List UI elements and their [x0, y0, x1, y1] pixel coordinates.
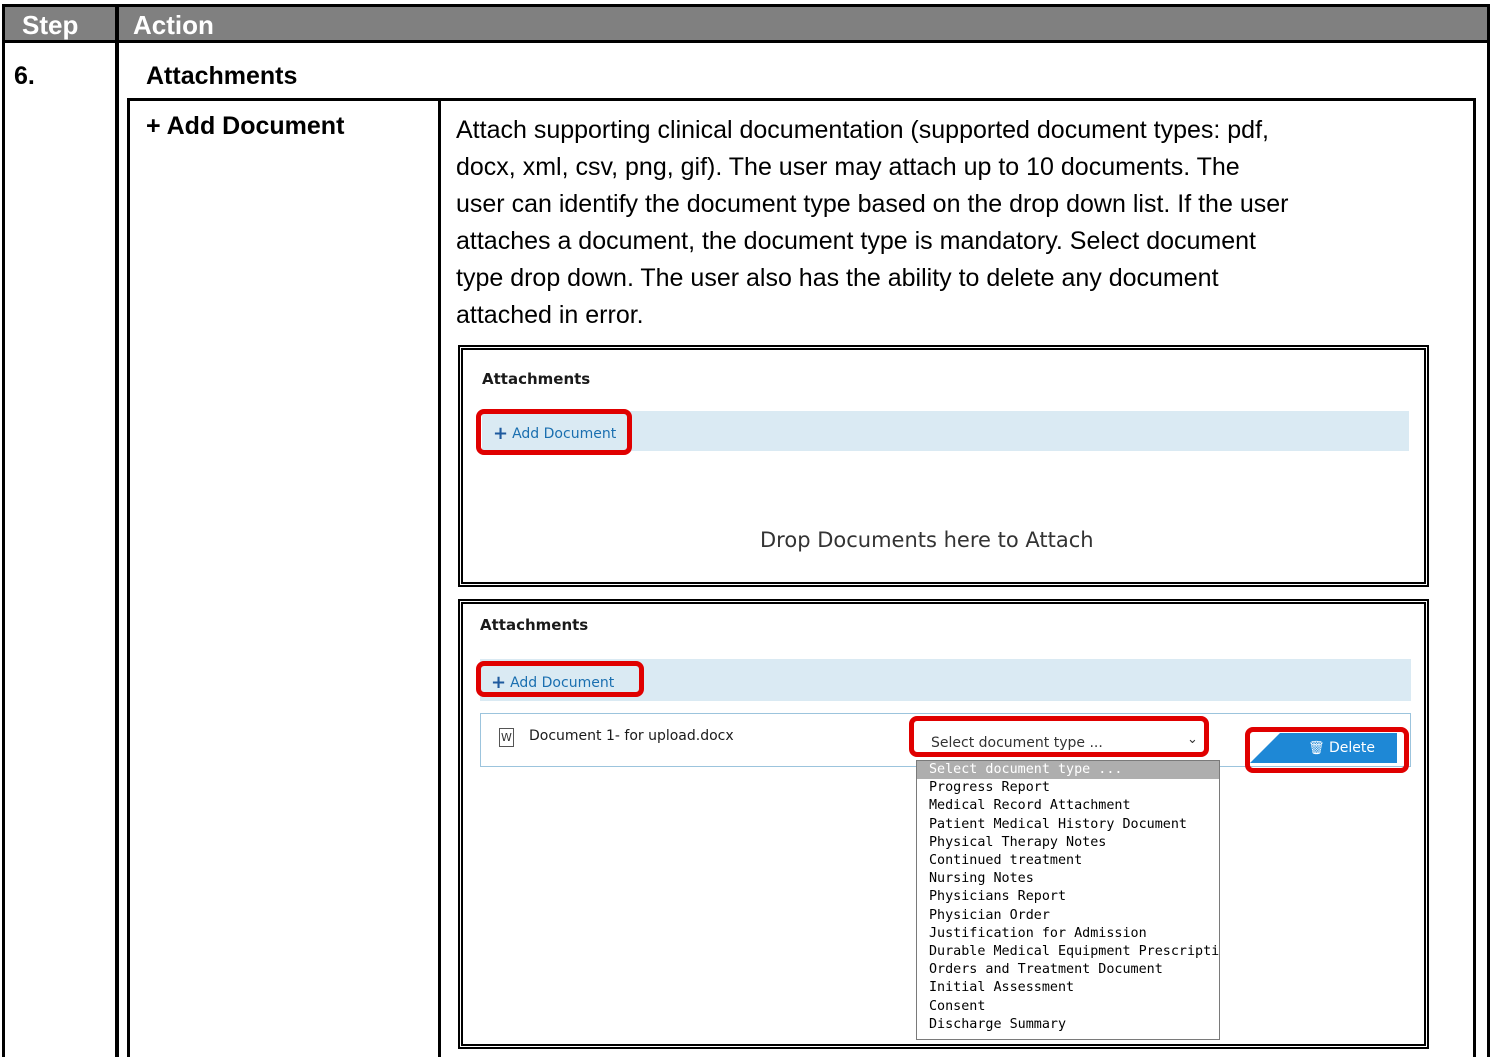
dropdown-option[interactable]: Justification for Admission	[917, 925, 1219, 943]
dropdown-option[interactable]: Nursing Notes	[917, 870, 1219, 888]
delete-highlight	[1245, 727, 1409, 773]
header-action: Action	[133, 10, 214, 40]
inner-column-border	[438, 98, 441, 1057]
dropdown-option[interactable]: Initial Assessment	[917, 979, 1219, 997]
dropdown-option[interactable]: Consent	[917, 998, 1219, 1016]
panel-title: Attachments	[482, 370, 591, 388]
dropdown-option[interactable]: Patient Medical History Document	[917, 816, 1219, 834]
dropdown-option[interactable]: Discharge Summary	[917, 1016, 1219, 1034]
attachments-panel-with-file: Attachments + Add Document W Document 1- …	[458, 599, 1429, 1049]
dropdown-option[interactable]: Orders and Treatment Document	[917, 961, 1219, 979]
step-number: 6.	[14, 62, 35, 90]
description-line: attaches a document, the document type i…	[456, 227, 1256, 255]
attachments-panel-empty: Attachments + Add Document Drop Documents…	[458, 345, 1429, 587]
table-right-border	[1487, 43, 1490, 1057]
section-title: Attachments	[146, 62, 298, 90]
description-line: type drop down. The user also has the ab…	[456, 264, 1219, 292]
panel-title: Attachments	[480, 616, 589, 634]
file-name: Document 1- for upload.docx	[529, 728, 734, 744]
dropdown-option[interactable]: Continued treatment	[917, 852, 1219, 870]
dropdown-option[interactable]: Physical Therapy Notes	[917, 834, 1219, 852]
select-highlight	[909, 716, 1209, 757]
description-line: Attach supporting clinical documentation…	[456, 116, 1269, 144]
word-document-icon: W	[499, 728, 514, 747]
add-document-highlight	[476, 409, 632, 455]
dropdown-option-selected[interactable]: Select document type ...	[917, 761, 1219, 780]
description: Attach supporting clinical documentation…	[456, 112, 1471, 334]
step-column-border	[115, 43, 119, 1057]
header-divider	[115, 4, 119, 43]
sub-label: + Add Document	[146, 112, 345, 140]
description-line: attached in error.	[456, 301, 644, 329]
description-line: user can identify the document type base…	[456, 190, 1289, 218]
table-left-border	[2, 43, 5, 1057]
add-document-highlight	[476, 661, 644, 697]
dropdown-option[interactable]: Progress Report	[917, 779, 1219, 797]
description-line: docx, xml, csv, png, gif). The user may …	[456, 153, 1240, 181]
dropdown-option[interactable]: Durable Medical Equipment Prescription	[917, 943, 1219, 961]
dropdown-option[interactable]: Physicians Report	[917, 888, 1219, 906]
dropdown-option[interactable]: Medical Record Attachment	[917, 797, 1219, 815]
drop-zone[interactable]	[482, 451, 1409, 583]
drop-zone-text: Drop Documents here to Attach	[760, 528, 1094, 552]
header-step: Step	[22, 10, 79, 40]
table-header-row	[2, 4, 1490, 43]
dropdown-option[interactable]: Physician Order	[917, 907, 1219, 925]
document-type-dropdown: Select document type ... Progress Report…	[916, 760, 1220, 1040]
